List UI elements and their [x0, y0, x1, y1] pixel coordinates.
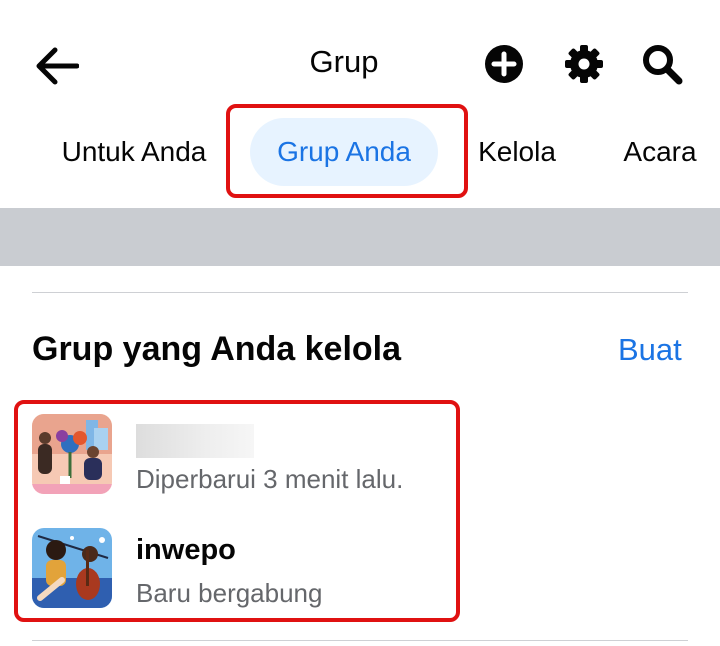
- tab-kelola[interactable]: Kelola: [470, 118, 564, 186]
- group-subtitle: Baru bergabung: [136, 578, 323, 608]
- group-subtitle: Diperbarui 3 menit lalu.: [136, 464, 404, 494]
- plus-circle-icon: [485, 45, 523, 83]
- search-icon: [643, 45, 683, 85]
- top-bar: Grup: [0, 0, 720, 110]
- group-list-item[interactable]: inwepo Baru bergabung: [28, 524, 448, 616]
- tab-untuk-anda[interactable]: Untuk Anda: [44, 118, 224, 186]
- group-name-redacted: [136, 424, 254, 458]
- divider: [32, 292, 688, 293]
- gear-icon: [565, 45, 603, 83]
- settings-button[interactable]: [562, 42, 606, 86]
- group-avatar: [32, 528, 112, 608]
- section-title: Grup yang Anda kelola: [32, 330, 402, 368]
- tab-grup-anda[interactable]: Grup Anda: [250, 118, 438, 186]
- group-name: inwepo: [136, 534, 236, 566]
- create-group-button[interactable]: [482, 42, 526, 86]
- search-button[interactable]: [640, 42, 684, 86]
- create-link[interactable]: Buat: [618, 332, 682, 368]
- tab-acara[interactable]: Acara: [610, 118, 710, 186]
- group-avatar: [32, 414, 112, 494]
- section-separator-band: [0, 208, 720, 266]
- tab-bar: Untuk Anda Grup Anda Kelola Acara: [0, 112, 720, 202]
- divider: [32, 640, 688, 641]
- group-list-item[interactable]: Diperbarui 3 menit lalu.: [28, 410, 448, 502]
